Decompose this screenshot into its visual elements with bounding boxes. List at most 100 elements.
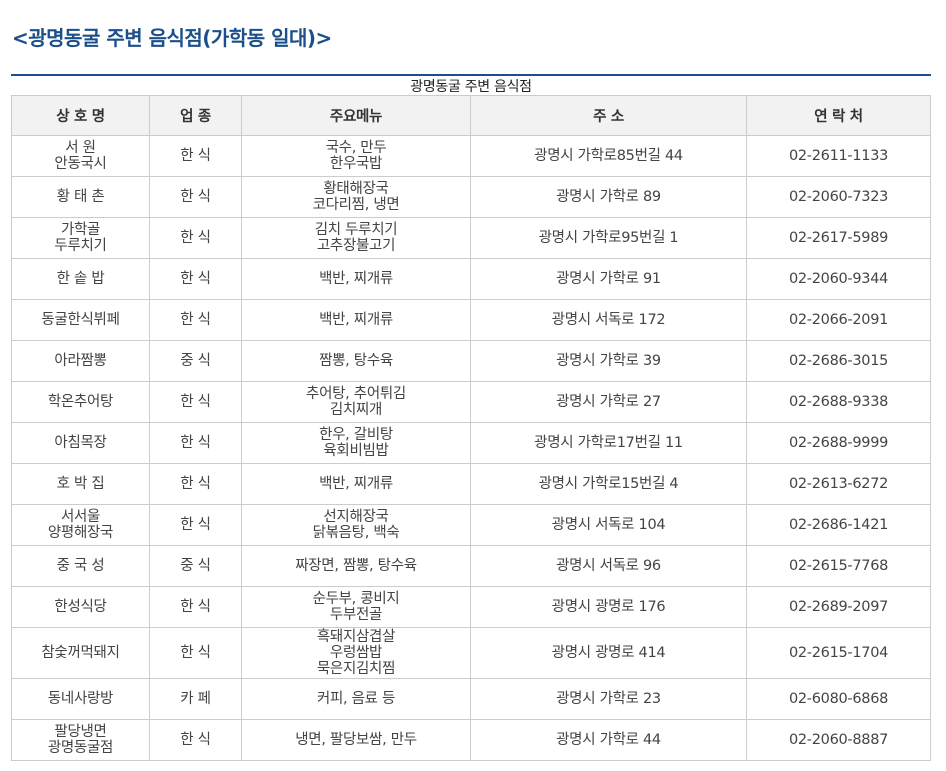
- category-cell: 카 페: [149, 678, 242, 720]
- table-row: 한성식당 한 식 순두부, 콩비지 두부전골 광명시 광명로 176 02-2689-20…: [11, 586, 931, 628]
- menu-cell: 김치 두루치기 고추장불고기: [241, 217, 471, 259]
- address-cell: 광명시 가학로 91: [470, 258, 747, 300]
- store-name-cell-line: 한 솥 밥: [56, 271, 105, 287]
- store-name-cell-line: 광명동굴점: [47, 740, 114, 756]
- category-cell: 중 식: [149, 545, 242, 587]
- store-name-cell: 팔당냉면 광명동굴점: [11, 719, 150, 761]
- table-row: 황 태 촌한 식 황태해장국 코다리찜, 냉면 광명시 가학로 89 02-2060-7…: [11, 176, 931, 218]
- table-row: 가학골 두루치기 한 식 김치 두루치기 고추장불고기 광명시 가학로95번길 1 02-2…: [11, 217, 931, 259]
- address-cell: 광명시 가학로85번길 44: [470, 135, 747, 177]
- table-row: 팔당냉면 광명동굴점 한 식 냉면, 팔당보쌈, 만두 광명시 가학로 44 02-206…: [11, 719, 931, 761]
- menu-cell-line: 선지해장국: [323, 509, 389, 525]
- address-cell: 광명시 광명로 176: [470, 586, 747, 628]
- header-store-name: 상 호 명: [11, 95, 150, 136]
- phone-cell: 02-2613-6272: [746, 463, 931, 505]
- table-row: 서서울 양평해장국 한 식 선지해장국 닭볶음탕, 백숙 광명시 서독로 104 02-26…: [11, 504, 931, 546]
- store-name-cell-line: 호 박 집: [56, 476, 105, 492]
- menu-cell: 짜장면, 짬뽕, 탕수육: [241, 545, 471, 587]
- header-main-menu: 주요메뉴: [241, 95, 471, 136]
- store-name-cell-line: 서 원: [65, 140, 96, 156]
- phone-cell: 02-6080-6868: [746, 678, 931, 720]
- menu-cell-line: 짜장면, 짬뽕, 탕수육: [295, 558, 417, 574]
- category-cell: 한 식: [149, 135, 242, 177]
- menu-cell-line: 백반, 찌개류: [319, 476, 393, 492]
- phone-cell: 02-2060-9344: [746, 258, 931, 300]
- store-name-cell: 한성식당: [11, 586, 150, 628]
- menu-cell: 냉면, 팔당보쌈, 만두: [241, 719, 471, 761]
- address-cell: 광명시 서독로 172: [470, 299, 747, 341]
- menu-cell: 짬뽕, 탕수육: [241, 340, 471, 382]
- store-name-cell-line: 서서울: [60, 509, 101, 525]
- menu-cell-line: 짬뽕, 탕수육: [319, 353, 393, 369]
- menu-cell-line: 백반, 찌개류: [319, 312, 393, 328]
- menu-cell-line: 김치 두루치기: [314, 222, 398, 238]
- category-cell: 한 식: [149, 627, 242, 679]
- store-name-cell-line: 중 국 성: [56, 558, 105, 574]
- header-contact: 연 락 처: [746, 95, 931, 136]
- page-title: <광명동굴 주변 음식점(가학동 일대)>: [12, 26, 332, 50]
- menu-cell-line: 백반, 찌개류: [319, 271, 393, 287]
- table-body: 서 원 안동국시 한 식 국수, 만두 한우국밥 광명시 가학로85번길 44 02-261…: [11, 135, 931, 761]
- restaurant-table: 광명동굴 주변 음식점 상 호 명 업 종 주요메뉴 주 소 연 락 처 서 원…: [11, 78, 931, 761]
- store-name-cell: 서서울 양평해장국: [11, 504, 150, 546]
- category-cell: 한 식: [149, 176, 242, 218]
- table-row: 학온추어탕 한 식 추어탕, 추어튀김 김치찌개 광명시 가학로 27 02-2688-9…: [11, 381, 931, 423]
- address-cell: 광명시 광명로 414: [470, 627, 747, 679]
- store-name-cell: 참숯꺼먹돼지: [11, 627, 150, 679]
- menu-cell: 추어탕, 추어튀김 김치찌개: [241, 381, 471, 423]
- category-cell: 중 식: [149, 340, 242, 382]
- address-cell: 광명시 가학로 27: [470, 381, 747, 423]
- menu-cell: 순두부, 콩비지 두부전골: [241, 586, 471, 628]
- menu-cell: 황태해장국 코다리찜, 냉면: [241, 176, 471, 218]
- table-row: 호 박 집 한 식 백반, 찌개류 광명시 가학로15번길 4 02-2613-6272: [11, 463, 931, 505]
- table-row: 아침목장 한 식 한우, 갈비탕 육회비빔밥 광명시 가학로17번길 11 02-2688…: [11, 422, 931, 464]
- address-cell: 광명시 서독로 96: [470, 545, 747, 587]
- phone-cell: 02-2688-9338: [746, 381, 931, 423]
- table-caption: 광명동굴 주변 음식점: [410, 79, 532, 95]
- store-name-cell-line: 동네사랑방: [47, 691, 114, 707]
- store-name-cell: 동굴한식뷔페: [11, 299, 150, 341]
- menu-cell-line: 황태해장국: [323, 181, 389, 197]
- store-name-cell-line: 동굴한식뷔페: [41, 312, 120, 328]
- phone-cell: 02-2066-2091: [746, 299, 931, 341]
- category-cell: 한 식: [149, 422, 242, 464]
- menu-cell: 백반, 찌개류: [241, 463, 471, 505]
- store-name-cell: 아라짬뽕: [11, 340, 150, 382]
- store-name-cell: 한 솥 밥: [11, 258, 150, 300]
- category-cell: 한 식: [149, 463, 242, 505]
- menu-cell: 백반, 찌개류: [241, 299, 471, 341]
- address-cell: 광명시 가학로95번길 1: [470, 217, 747, 259]
- category-cell: 한 식: [149, 586, 242, 628]
- menu-cell-line: 우렁쌈밥: [329, 645, 383, 661]
- menu-cell-line: 한우, 갈비탕: [319, 427, 393, 443]
- menu-cell-line: 추어탕, 추어튀김: [306, 386, 406, 402]
- menu-cell-line: 한우국밥: [329, 156, 383, 172]
- menu-cell-line: 두부전골: [329, 607, 383, 623]
- store-name-cell: 호 박 집: [11, 463, 150, 505]
- table-row: 동굴한식뷔페 한 식 백반, 찌개류 광명시 서독로 172 02-2066-2091: [11, 299, 931, 341]
- address-cell: 광명시 가학로17번길 11: [470, 422, 747, 464]
- store-name-cell-line: 학온추어탕: [47, 394, 114, 410]
- category-cell: 한 식: [149, 217, 242, 259]
- store-name-cell-line: 팔당냉면: [54, 724, 107, 740]
- store-name-cell-line: 황 태 촌: [56, 189, 105, 205]
- address-cell: 광명시 가학로 44: [470, 719, 747, 761]
- header-address: 주 소: [470, 95, 747, 136]
- phone-cell: 02-2617-5989: [746, 217, 931, 259]
- address-cell: 광명시 가학로 23: [470, 678, 747, 720]
- menu-cell-line: 흑돼지삼겹살: [316, 629, 396, 645]
- address-cell: 광명시 가학로15번길 4: [470, 463, 747, 505]
- phone-cell: 02-2615-1704: [746, 627, 931, 679]
- store-name-cell: 서 원 안동국시: [11, 135, 150, 177]
- store-name-cell-line: 가학골: [60, 222, 101, 238]
- table-row: 서 원 안동국시 한 식 국수, 만두 한우국밥 광명시 가학로85번길 44 02-261…: [11, 135, 931, 177]
- address-cell: 광명시 가학로 89: [470, 176, 747, 218]
- phone-cell: 02-2686-3015: [746, 340, 931, 382]
- store-name-cell-line: 참숯꺼먹돼지: [41, 645, 120, 661]
- menu-cell-line: 김치찌개: [329, 402, 383, 418]
- header-category: 업 종: [149, 95, 242, 136]
- phone-cell: 02-2611-1133: [746, 135, 931, 177]
- category-cell: 한 식: [149, 504, 242, 546]
- menu-cell-line: 국수, 만두: [325, 140, 387, 156]
- menu-cell-line: 닭볶음탕, 백숙: [312, 525, 400, 541]
